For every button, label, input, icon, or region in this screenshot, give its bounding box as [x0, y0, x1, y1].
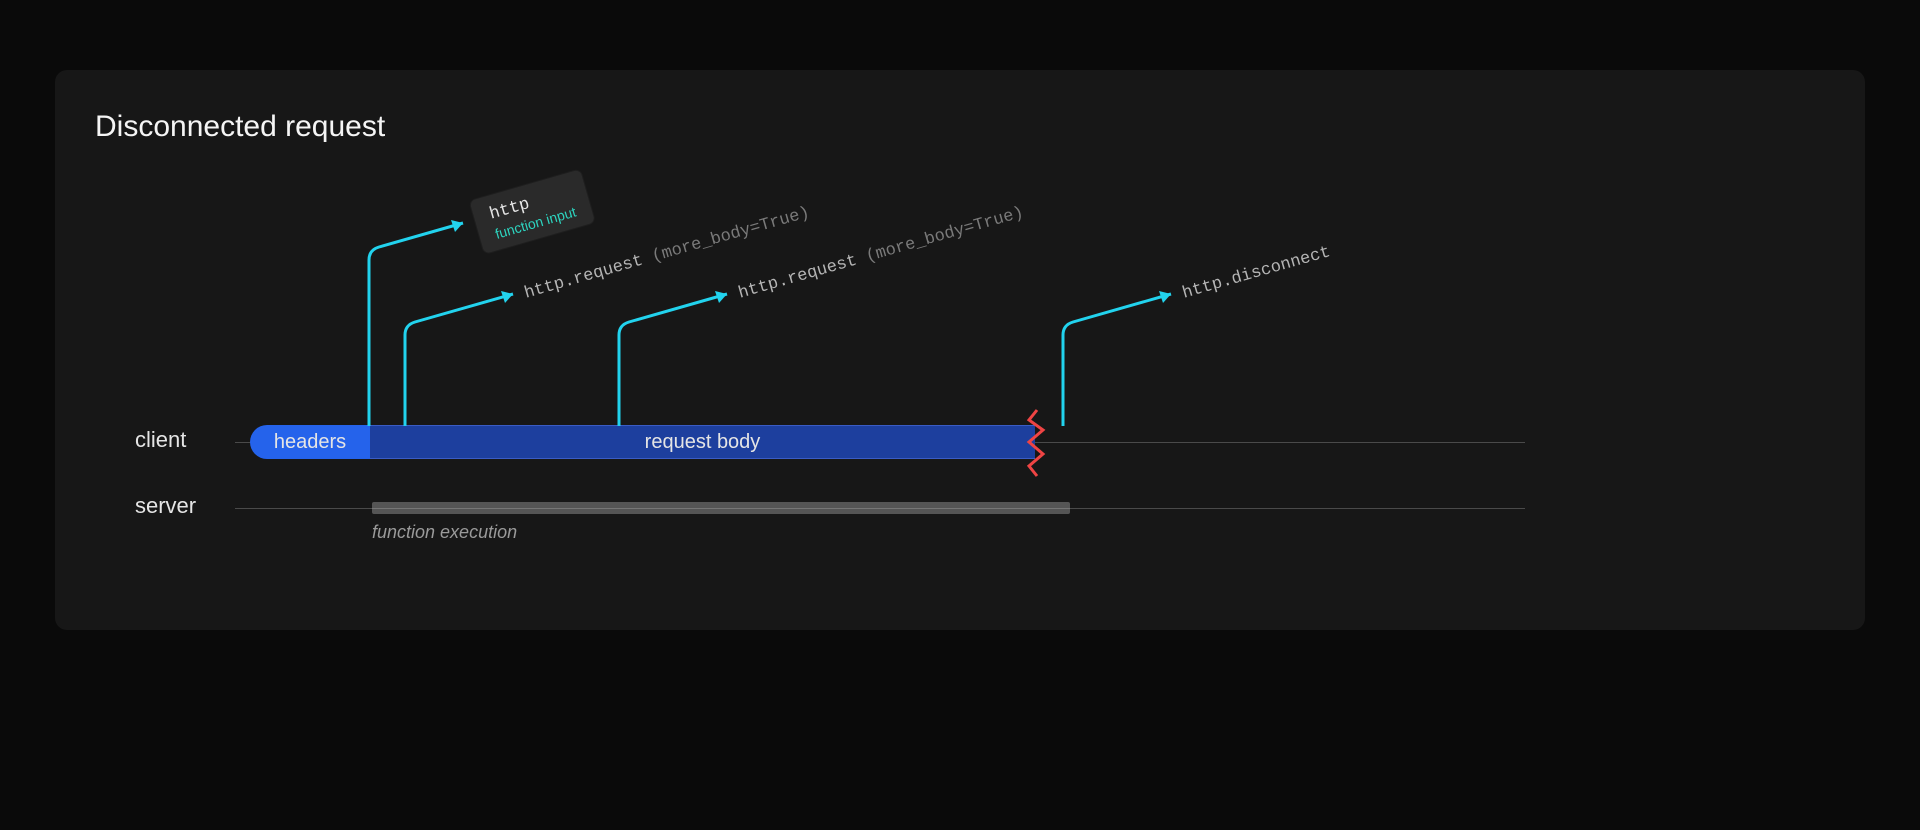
headers-label: headers [274, 431, 346, 454]
function-execution-label: function execution [372, 522, 517, 543]
function-execution-bar [372, 502, 1070, 514]
request-1-detail: (more_body=True) [650, 204, 812, 267]
headers-segment: headers [250, 425, 370, 459]
arrow-disconnect [1059, 275, 1189, 430]
diagram-panel: Disconnected request client headers requ… [55, 70, 1865, 630]
request-2-name: http.request [736, 252, 859, 304]
disconnect-label: http.disconnect [1180, 243, 1332, 303]
arrow-request-2 [615, 275, 745, 430]
request-body-label: request body [645, 431, 761, 454]
client-row-label: client [135, 427, 186, 453]
arrow-request-1 [401, 275, 531, 430]
server-row-label: server [135, 493, 196, 519]
request-body-segment: request body [370, 425, 1035, 459]
request-2-detail: (more_body=True) [864, 204, 1026, 267]
disconnect-name: http.disconnect [1180, 243, 1332, 303]
diagram-stage: client headers request body server funct… [95, 110, 1825, 610]
http-input-box: http function input [469, 169, 595, 254]
disconnect-break-icon [1025, 408, 1049, 480]
